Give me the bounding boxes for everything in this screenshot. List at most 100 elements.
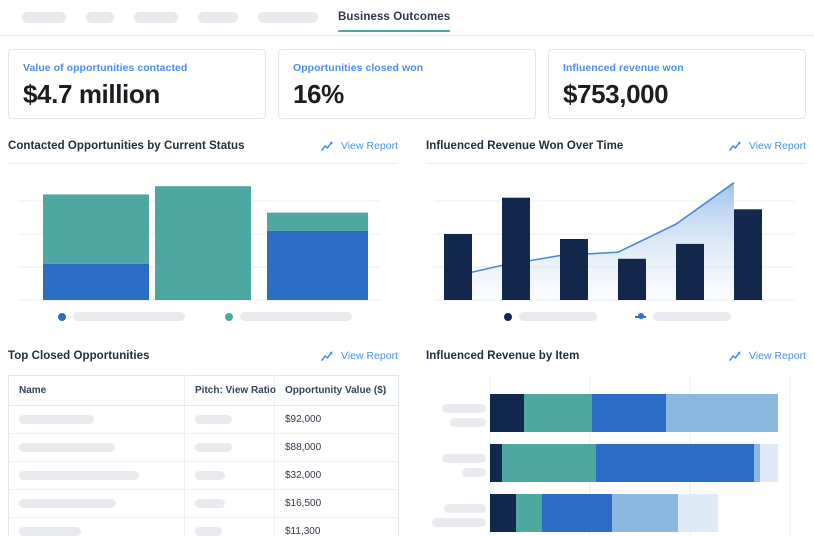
kpi-card-influenced-revenue-won: Influenced revenue won $753,000 — [548, 49, 806, 119]
hbar-row1-seg1 — [490, 394, 524, 432]
table-row[interactable]: $11,300 — [9, 517, 399, 536]
view-report-link-contacted-status[interactable]: View Report — [321, 140, 398, 152]
hbar-row3-label-line2 — [432, 518, 486, 527]
cell-name — [8, 433, 185, 462]
ratio-placeholder — [195, 527, 222, 536]
legend-label-placeholder — [240, 312, 352, 321]
dashboard-page: Business Outcomes Value of opportunities… — [0, 0, 814, 536]
panel-divider — [8, 163, 398, 164]
panel-header: Contacted Opportunities by Current Statu… — [8, 136, 398, 156]
legend-color-swatch-teal — [225, 312, 233, 321]
bar-segment-series1-cat1 — [43, 263, 149, 300]
name-placeholder — [19, 443, 115, 452]
table-header-row: Name Pitch: View Ratio ↓ Opportunity Val… — [8, 375, 399, 406]
hbar-row1-seg2 — [524, 394, 592, 432]
cell-pitch-view-ratio — [184, 489, 275, 518]
tab-business-outcomes[interactable]: Business Outcomes — [338, 11, 451, 32]
table-row[interactable]: $32,000 — [8, 461, 399, 490]
legend-label-placeholder — [73, 312, 185, 321]
hbar-row3-label-line1 — [444, 504, 486, 513]
cell-pitch-view-ratio — [184, 433, 275, 462]
cell-pitch-view-ratio — [184, 517, 275, 536]
view-report-link-influenced-by-item[interactable]: View Report — [729, 350, 806, 362]
chart-legend-contacted-status — [8, 312, 398, 321]
legend-item-series-2[interactable] — [225, 312, 352, 321]
bar-segment-series2-cat2 — [155, 186, 251, 300]
column-header-opportunity-value-label: Opportunity Value ($) — [285, 385, 387, 396]
trend-chart-icon — [321, 351, 333, 361]
view-report-link-influenced-over-time[interactable]: View Report — [729, 140, 806, 152]
chart-contacted-opportunities — [18, 186, 380, 301]
panel-header: Influenced Revenue Won Over Time View Re… — [426, 136, 806, 156]
panel-title: Top Closed Opportunities — [8, 350, 150, 362]
chart-influenced-revenue-over-time — [434, 182, 794, 301]
legend-label-placeholder — [653, 312, 731, 321]
trend-chart-icon — [729, 141, 741, 151]
table-row[interactable]: $88,000 — [8, 433, 399, 462]
legend-line-swatch-blue — [635, 313, 646, 319]
panel-header: Top Closed Opportunities View Report — [8, 346, 398, 366]
legend-label-placeholder — [519, 312, 597, 321]
view-report-label: View Report — [340, 140, 398, 152]
hbar-row3-seg1 — [490, 494, 516, 532]
table-row[interactable]: $92,000 — [8, 405, 399, 434]
cell-opportunity-value: $11,300 — [274, 517, 399, 536]
column-header-name[interactable]: Name — [8, 375, 185, 406]
bar-period-3 — [560, 239, 588, 300]
tab-business-outcomes-label: Business Outcomes — [338, 11, 451, 23]
ratio-placeholder — [195, 471, 225, 480]
cell-pitch-view-ratio — [184, 405, 275, 434]
hbar-row2-seg2 — [502, 444, 596, 482]
cell-opportunity-value: $88,000 — [274, 433, 399, 462]
ratio-placeholder — [195, 415, 232, 424]
top-closed-opportunities-table: Name Pitch: View Ratio ↓ Opportunity Val… — [8, 375, 399, 536]
tab-placeholder-4[interactable] — [198, 12, 238, 23]
panel-header: Influenced Revenue by Item View Report — [426, 346, 806, 366]
kpi-card-value-of-opportunities-contacted: Value of opportunities contacted $4.7 mi… — [8, 49, 266, 119]
trend-chart-icon — [321, 141, 333, 151]
cell-name — [8, 461, 185, 490]
tab-placeholder-5[interactable] — [258, 12, 318, 23]
hbar-row2-label-line1 — [442, 454, 486, 463]
legend-color-swatch-blue — [58, 312, 66, 321]
chart-legend-influenced-over-time — [426, 312, 806, 321]
panel-title: Influenced Revenue Won Over Time — [426, 140, 624, 152]
table-row[interactable]: $16,500 — [8, 489, 399, 518]
name-placeholder — [19, 527, 81, 536]
legend-item-series-1[interactable] — [58, 312, 185, 321]
kpi-value: $753,000 — [563, 79, 669, 109]
hbar-row2-seg4 — [754, 444, 760, 482]
hbar-row2-label-line2 — [462, 468, 486, 477]
legend-item-bars[interactable] — [504, 312, 597, 321]
panel-divider — [426, 163, 806, 164]
bar-segment-series2-cat3 — [267, 212, 368, 231]
tab-bar: Business Outcomes — [0, 0, 814, 36]
bar-period-4 — [618, 258, 646, 300]
cell-opportunity-value: $92,000 — [274, 405, 399, 434]
view-report-link-top-closed[interactable]: View Report — [321, 350, 398, 362]
chart-influenced-revenue-by-item — [432, 376, 791, 536]
hbar-row1-label-line2 — [450, 418, 486, 427]
panel-influenced-revenue-won-over-time: Influenced Revenue Won Over Time View Re… — [426, 136, 806, 321]
ratio-placeholder — [195, 443, 232, 452]
panel-title: Contacted Opportunities by Current Statu… — [8, 140, 245, 152]
panel-influenced-revenue-by-item: Influenced Revenue by Item View Report — [426, 346, 806, 536]
bar-segment-series2-cat1 — [43, 194, 149, 264]
legend-item-trend-line[interactable] — [635, 312, 731, 321]
hbar-row3-seg3 — [542, 494, 612, 532]
panel-title: Influenced Revenue by Item — [426, 350, 580, 362]
hbar-row2-seg5 — [760, 444, 778, 482]
bar-period-6 — [734, 209, 762, 300]
cell-pitch-view-ratio — [184, 461, 275, 490]
hbar-row3-seg4 — [612, 494, 678, 532]
tab-placeholder-3[interactable] — [134, 12, 178, 23]
hbar-row2-seg3 — [596, 444, 754, 482]
column-header-opportunity-value[interactable]: ↓ Opportunity Value ($) — [274, 375, 399, 406]
column-header-pitch-view-ratio[interactable]: Pitch: View Ratio — [184, 375, 276, 406]
tab-placeholder-1[interactable] — [22, 12, 66, 23]
view-report-label: View Report — [748, 350, 806, 362]
kpi-card-row: Value of opportunities contacted $4.7 mi… — [8, 49, 806, 119]
hbar-row1-seg3 — [592, 394, 666, 432]
tab-placeholder-2[interactable] — [86, 12, 114, 23]
hbar-row1-label-line1 — [442, 404, 486, 413]
